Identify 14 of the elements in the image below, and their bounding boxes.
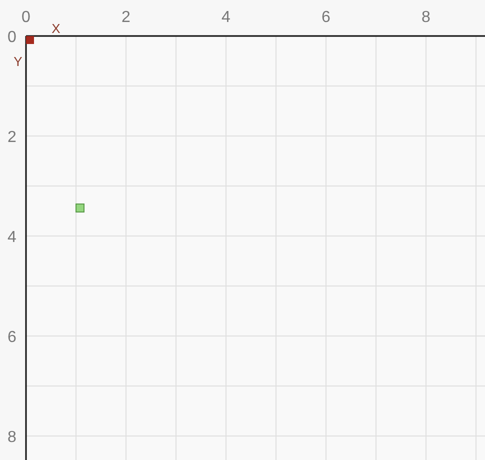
point-marker[interactable] [26,36,34,44]
tick-label: 8 [422,9,430,26]
tick-label: 0 [22,9,30,26]
tick-label: 8 [8,429,16,446]
point-marker[interactable] [76,204,84,212]
tick-label: 4 [222,9,230,26]
tick-label: 6 [8,329,16,346]
axis-label: X [52,21,60,36]
tick-label: 2 [122,9,130,26]
tick-label: 6 [322,9,330,26]
tick-label: 2 [8,129,16,146]
tick-label: 0 [8,29,16,46]
tick-label: 4 [8,229,16,246]
axis-label: Y [14,54,22,69]
